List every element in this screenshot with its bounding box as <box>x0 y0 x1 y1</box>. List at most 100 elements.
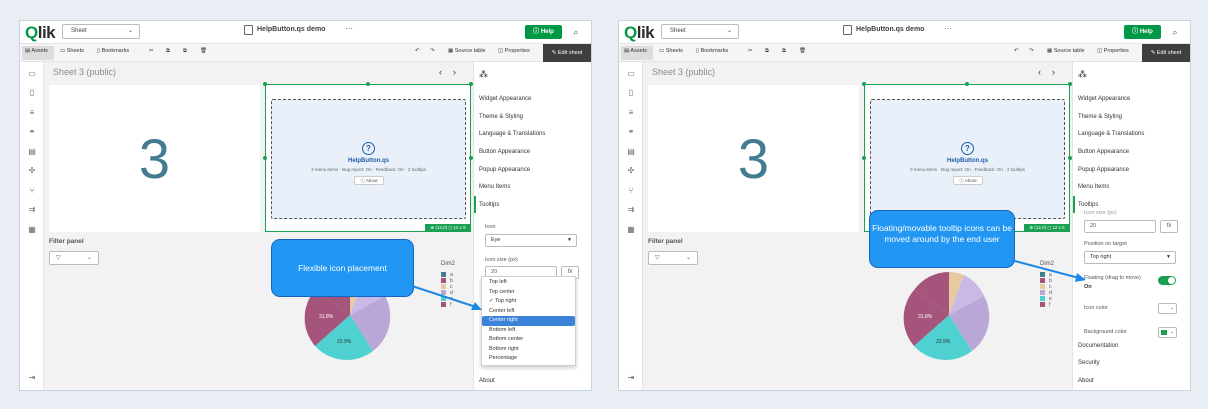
prev-sheet-icon[interactable]: ‹ <box>1038 67 1041 77</box>
sheet-selector[interactable]: Sheet ⌄ <box>62 24 140 39</box>
prop-button-appearance[interactable]: Button Appearance <box>1078 149 1129 155</box>
resize-handle[interactable] <box>965 82 969 86</box>
help-button[interactable]: ⓘ Help <box>1124 25 1161 39</box>
icon-color-picker[interactable]: ⌄ <box>1158 303 1177 314</box>
assets-button[interactable]: ▤ Assets <box>624 48 647 54</box>
position-select[interactable]: Top right ▼ <box>1084 251 1176 264</box>
filter-panel[interactable]: Filter panel ▽ ⌄ <box>49 236 260 387</box>
filter-panel[interactable]: Filter panel ▽ ⌄ <box>648 236 859 387</box>
dropdown-option[interactable]: Bottom right <box>482 345 575 355</box>
prop-about[interactable]: About <box>1078 378 1094 384</box>
table-rail-icon[interactable]: ▤ <box>27 147 37 156</box>
bg-color-picker[interactable]: ⌄ <box>1158 327 1177 338</box>
icon-select[interactable]: Eye ▼ <box>485 234 577 247</box>
edit-sheet-button[interactable]: ✎ Edit sheet <box>543 44 591 62</box>
bookmarks-button[interactable]: ▯ Bookmarks <box>97 48 129 54</box>
undo-icon[interactable]: ↶ <box>415 48 420 54</box>
paste-icon[interactable]: ⧉ <box>183 48 187 55</box>
resize-handle[interactable] <box>862 156 866 160</box>
properties-button[interactable]: ◫ Properties <box>498 48 530 54</box>
more-icon[interactable]: ··· <box>944 24 952 33</box>
automation-icon[interactable]: ⇉ <box>27 205 37 214</box>
question-icon[interactable]: ? <box>961 142 974 155</box>
properties-button[interactable]: ◫ Properties <box>1097 48 1129 54</box>
prop-popup-appearance[interactable]: Popup Appearance <box>1078 167 1129 173</box>
dropdown-option[interactable]: ✓ Top right <box>482 297 575 307</box>
formula-button[interactable]: fx <box>1160 220 1178 233</box>
assets-button[interactable]: ▤ Assets <box>25 48 48 54</box>
puzzle-icon[interactable]: ✣ <box>27 166 37 175</box>
table-rail-icon[interactable]: ▤ <box>626 147 636 156</box>
dropdown-option[interactable]: Bottom left <box>482 326 575 336</box>
collapse-icon[interactable]: ⇥ <box>626 373 636 382</box>
source-table-button[interactable]: ▦ Source table <box>1047 48 1085 54</box>
filter-dropdown[interactable]: ▽ ⌄ <box>648 251 698 265</box>
search-icon[interactable]: ⌕ <box>568 24 584 40</box>
prop-tooltips[interactable]: Tooltips <box>1078 202 1098 208</box>
sheet-selector[interactable]: Sheet ⌄ <box>661 24 739 39</box>
chart-icon[interactable]: ▭ <box>626 69 636 78</box>
bookmarks-button[interactable]: ▯ Bookmarks <box>696 48 728 54</box>
helpbutton-object[interactable]: ? HelpButton.qs 3 menu items · Bug repor… <box>263 82 473 232</box>
sheets-button[interactable]: ▭ Sheets <box>659 48 683 54</box>
prev-sheet-icon[interactable]: ‹ <box>439 67 442 77</box>
floating-toggle[interactable] <box>1158 276 1176 285</box>
dropdown-option[interactable]: Percentage <box>482 354 575 364</box>
prop-menu-items[interactable]: Menu Items <box>479 184 510 190</box>
calendar-icon[interactable]: ▦ <box>626 225 636 234</box>
branch-icon[interactable]: ⑂ <box>626 186 636 195</box>
search-icon[interactable]: ⌕ <box>1167 24 1183 40</box>
help-button[interactable]: ⓘ Help <box>525 25 562 39</box>
sheets-button[interactable]: ▭ Sheets <box>60 48 84 54</box>
automation-icon[interactable]: ⇉ <box>626 205 636 214</box>
filter-dropdown[interactable]: ▽ ⌄ <box>49 251 99 265</box>
next-sheet-icon[interactable]: › <box>453 67 456 77</box>
dropdown-option[interactable]: Top center <box>482 288 575 298</box>
more-icon[interactable]: ··· <box>345 24 353 33</box>
chart-icon[interactable]: ▭ <box>27 69 37 78</box>
delete-icon[interactable]: 🗑 <box>799 48 806 54</box>
cut-icon[interactable]: ✂ <box>748 48 753 54</box>
resize-handle[interactable] <box>263 156 267 160</box>
prop-menu-items[interactable]: Menu Items <box>1078 184 1109 190</box>
prop-button-appearance[interactable]: Button Appearance <box>479 149 530 155</box>
about-button[interactable]: ⓘ About <box>953 176 983 185</box>
bookmark-rail-icon[interactable]: ▯ <box>27 88 37 97</box>
prop-documentation[interactable]: Documentation <box>1078 343 1118 349</box>
undo-icon[interactable]: ↶ <box>1014 48 1019 54</box>
prop-language[interactable]: Language & Translations <box>1078 131 1144 137</box>
edit-sheet-button[interactable]: ✎ Edit sheet <box>1142 44 1190 62</box>
prop-popup-appearance[interactable]: Popup Appearance <box>479 167 530 173</box>
branch-icon[interactable]: ⑂ <box>27 186 37 195</box>
redo-icon[interactable]: ↷ <box>430 48 435 54</box>
prop-widget-appearance[interactable]: Widget Appearance <box>1078 96 1130 102</box>
link-icon[interactable]: ⚭ <box>27 127 37 136</box>
dropdown-option[interactable]: Bottom center <box>482 335 575 345</box>
prop-widget-appearance[interactable]: Widget Appearance <box>479 96 531 102</box>
prop-security[interactable]: Security <box>1078 360 1100 366</box>
collapse-icon[interactable]: ⇥ <box>27 373 37 382</box>
about-button[interactable]: ⓘ About <box>354 176 384 185</box>
prop-theme-styling[interactable]: Theme & Styling <box>1078 114 1122 120</box>
prop-theme-styling[interactable]: Theme & Styling <box>479 114 523 120</box>
redo-icon[interactable]: ↷ <box>1029 48 1034 54</box>
delete-icon[interactable]: 🗑 <box>200 48 207 54</box>
resize-handle[interactable] <box>263 82 267 86</box>
database-icon[interactable]: ≡ <box>27 108 37 117</box>
database-icon[interactable]: ≡ <box>626 108 636 117</box>
kpi-object[interactable]: 3 <box>49 85 260 232</box>
prop-about[interactable]: About <box>479 378 495 384</box>
prop-language[interactable]: Language & Translations <box>479 131 545 137</box>
resize-handle[interactable] <box>862 82 866 86</box>
dropdown-option[interactable]: Center left <box>482 307 575 317</box>
question-icon[interactable]: ? <box>362 142 375 155</box>
calendar-icon[interactable]: ▦ <box>27 225 37 234</box>
bookmark-rail-icon[interactable]: ▯ <box>626 88 636 97</box>
copy-icon[interactable]: ⧉ <box>765 48 769 55</box>
icon-size-input[interactable]: 20 <box>1084 220 1156 233</box>
cut-icon[interactable]: ✂ <box>149 48 154 54</box>
dropdown-option[interactable]: Top left <box>482 278 575 288</box>
qlik-logo[interactable]: Qlik <box>25 23 56 43</box>
next-sheet-icon[interactable]: › <box>1052 67 1055 77</box>
source-table-button[interactable]: ▦ Source table <box>448 48 486 54</box>
